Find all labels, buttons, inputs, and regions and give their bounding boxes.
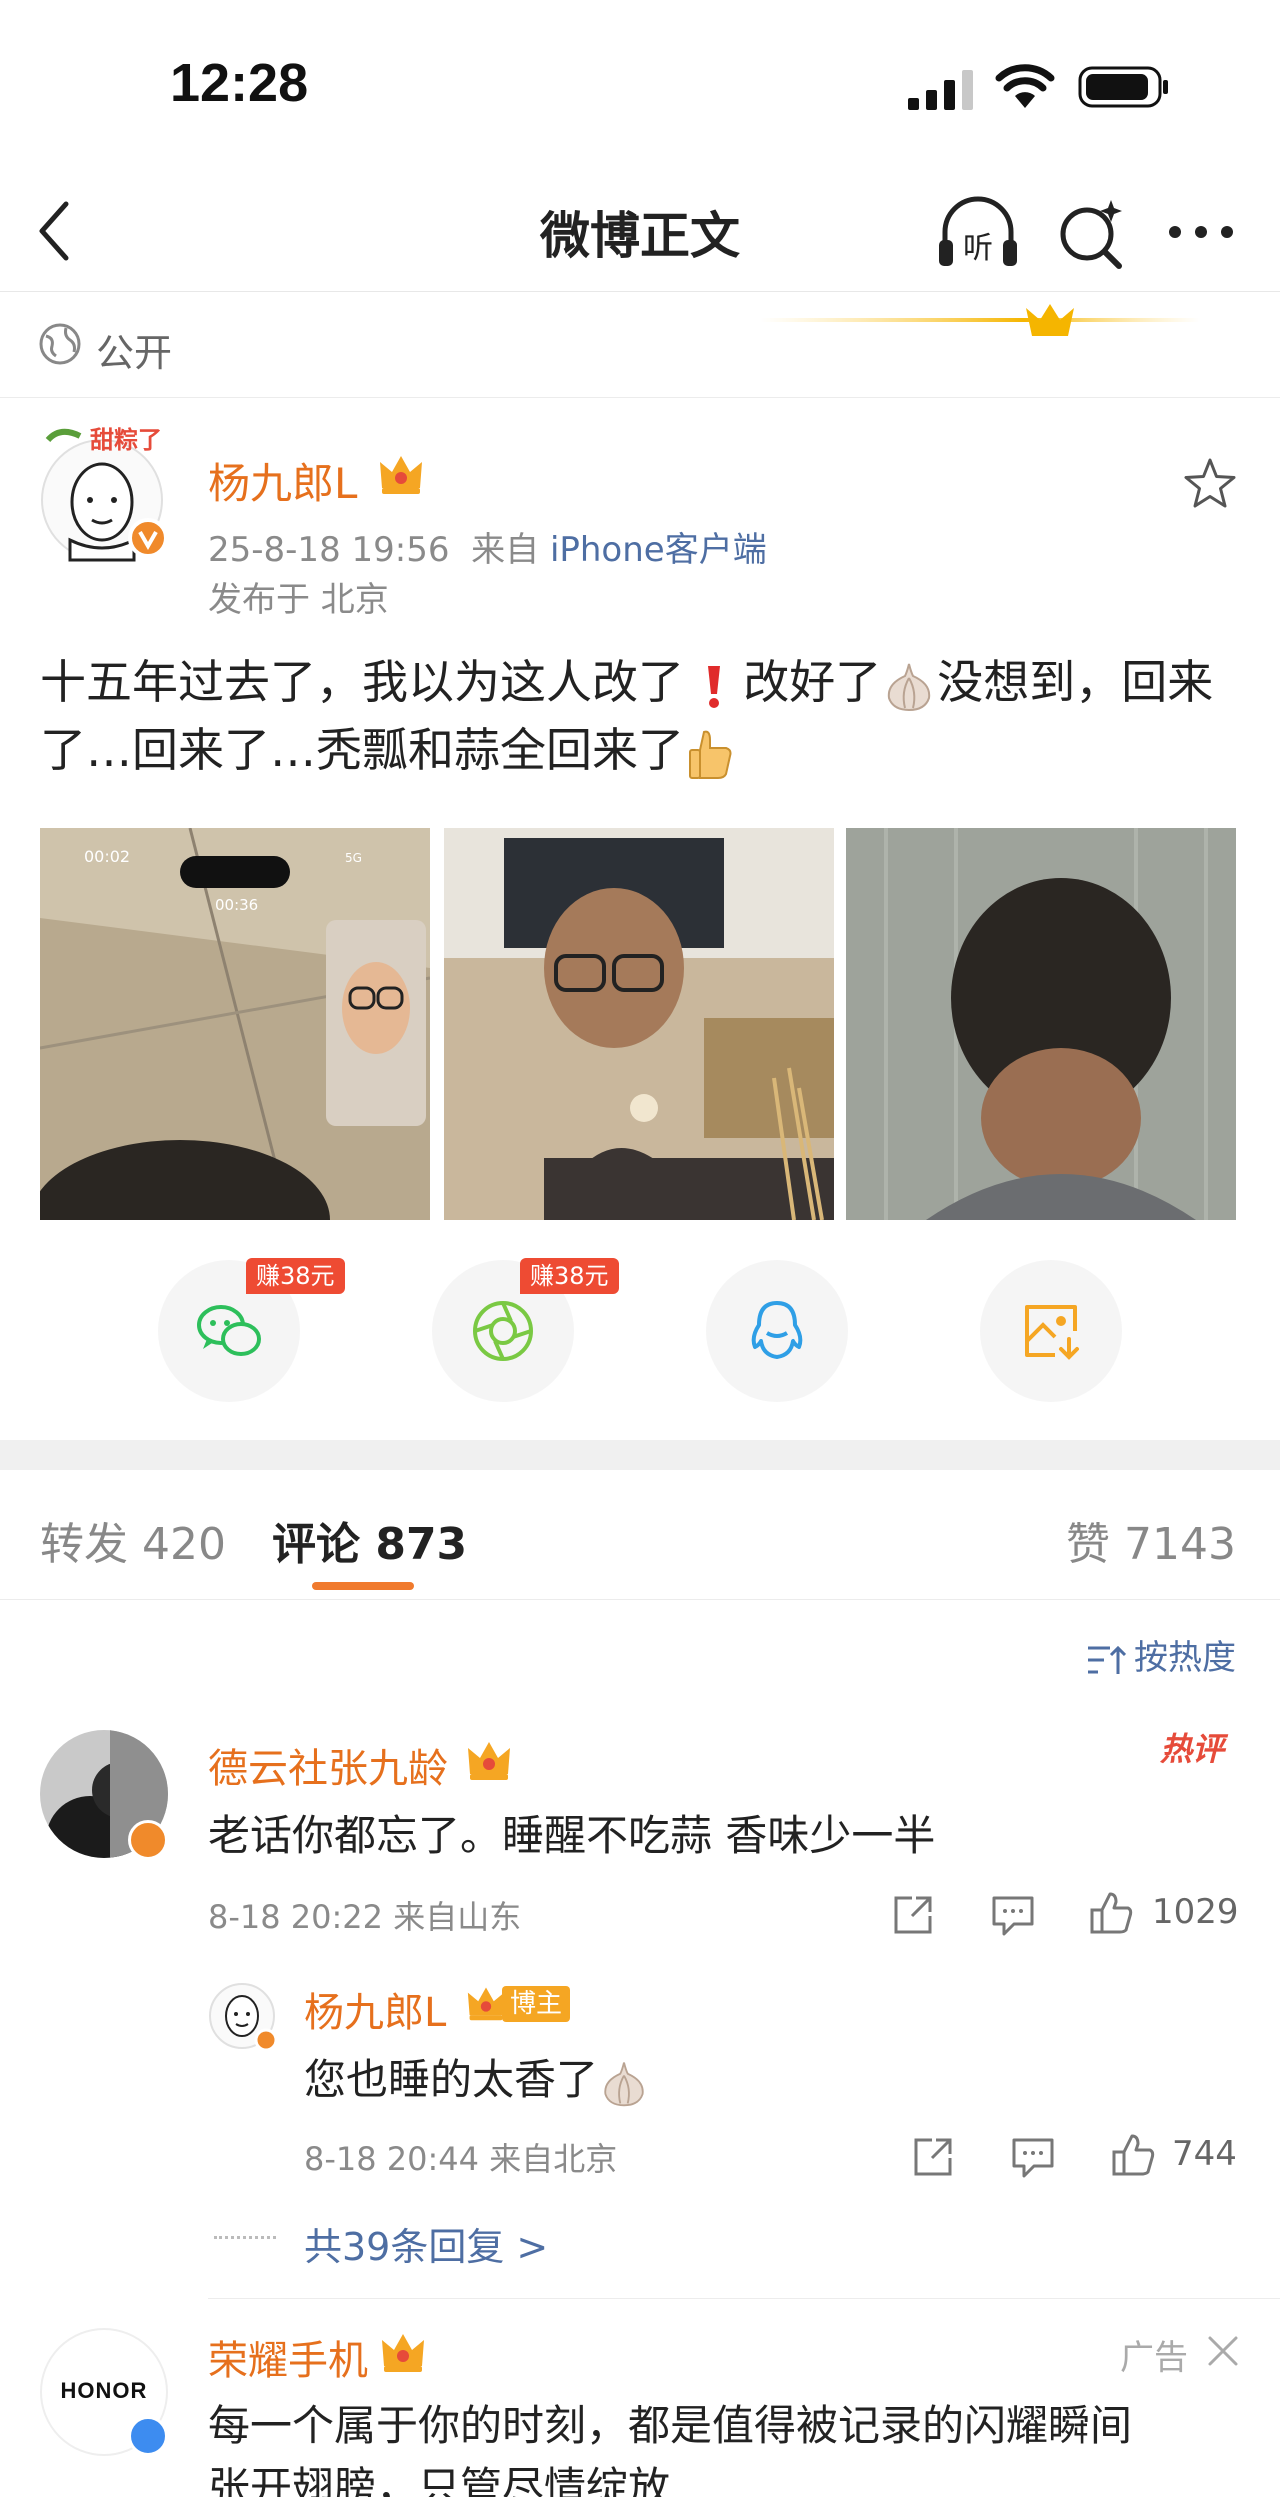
more-options-icon[interactable] xyxy=(1165,210,1237,254)
search-ai-icon[interactable] xyxy=(1055,194,1127,272)
post-location: 发布于 北京 xyxy=(208,580,389,620)
globe-icon xyxy=(39,323,81,365)
listen-label: 听 xyxy=(963,231,993,266)
author-name[interactable]: 杨九郎L xyxy=(208,450,357,511)
photo-1-call-time: 00:36 xyxy=(215,896,258,914)
photo-3-image xyxy=(846,828,1236,1220)
verified-badge-icon xyxy=(128,2416,168,2456)
verified-badge-icon xyxy=(128,1820,168,1860)
divider xyxy=(208,2298,1280,2299)
post-photo-3[interactable] xyxy=(846,828,1236,1220)
visibility-label: 公开 xyxy=(96,331,173,375)
visibility-row: 公开 xyxy=(0,292,1280,398)
post-text-part1: 十五年过去了，我以为这人改了 xyxy=(40,655,684,709)
author-avatar[interactable]: 甜粽了 xyxy=(40,420,168,570)
post-source-prefix: 来自 xyxy=(471,530,540,570)
wechat-icon xyxy=(197,1305,261,1356)
post-source[interactable]: iPhone客户端 xyxy=(550,530,767,570)
reply-author-name[interactable]: 杨九郎L xyxy=(304,1980,446,2038)
ad-label: 广告 xyxy=(1120,2338,1188,2378)
view-more-replies-link[interactable]: 共39条回复 > xyxy=(304,2216,548,2271)
vip-crown-icon xyxy=(468,1742,510,1780)
close-ad-icon[interactable] xyxy=(1206,2334,1240,2368)
earn-badge-wechat: 赚38元 xyxy=(246,1258,345,1294)
exclamation-emoji-icon xyxy=(707,665,720,708)
reply-to-reply-icon[interactable] xyxy=(1010,2134,1056,2180)
ad-text-line-2: 张开翅膀，只管尽情绽放 xyxy=(208,2463,671,2497)
ad-logo: HONOR xyxy=(60,2378,148,2403)
moments-shutter-icon xyxy=(473,1301,533,1361)
post-text-part2: 改好了 xyxy=(743,655,882,709)
reply-text: 您也睡的太香了 xyxy=(304,2046,650,2109)
post-meta: 25-8-18 19:56 来自 iPhone客户端 xyxy=(208,522,767,571)
status-time: 12:28 xyxy=(170,53,309,113)
nav-bar: 微博正文 听 xyxy=(0,170,1280,292)
listen-headphones-icon[interactable]: 听 xyxy=(935,192,1021,272)
vip-crown-icon xyxy=(380,456,422,494)
photo-2-image xyxy=(444,828,834,1220)
crown-decoration-icon xyxy=(760,304,1200,336)
tab-likes-count: 7143 xyxy=(1124,1519,1236,1570)
reply-meta: 8-18 20:44 来自北京 xyxy=(304,2140,618,2178)
sort-label: 按热度 xyxy=(1134,1638,1236,1678)
status-bar: 12:28 xyxy=(0,0,1280,170)
author-tag-badge: 博主 xyxy=(502,1986,571,2022)
favorite-star-icon[interactable] xyxy=(1182,456,1238,512)
tab-comments-label: 评论 xyxy=(272,1519,360,1570)
tab-likes-label: 赞 xyxy=(1066,1519,1111,1570)
comment-meta: 8-18 20:22 来自山东 xyxy=(208,1898,522,1936)
wifi-icon xyxy=(995,64,1055,108)
comment-like-count: 1029 xyxy=(1152,1892,1239,1932)
tab-reposts-label: 转发 xyxy=(40,1519,128,1570)
comment-text: 老话你都忘了。睡醒不吃蒜 香味少一半 xyxy=(208,1811,936,1860)
save-image-button[interactable] xyxy=(980,1260,1122,1402)
reply-comment-icon[interactable] xyxy=(990,1892,1036,1938)
sort-by-hot-button[interactable]: 按热度 xyxy=(1086,1630,1236,1679)
share-comment-icon[interactable] xyxy=(890,1892,936,1938)
svg-text:甜粽了: 甜粽了 xyxy=(90,426,162,454)
vip-crown-icon xyxy=(382,2334,424,2372)
commenter-name[interactable]: 德云社张九龄 xyxy=(208,1736,448,1794)
photo-1-status-time: 00:02 xyxy=(84,847,130,866)
thumbs-up-emoji-icon xyxy=(689,730,732,779)
save-image-icon xyxy=(1025,1305,1079,1360)
post-date: 25-8-18 19:56 xyxy=(208,530,450,570)
post-photo-1[interactable]: 00:02 5G 00:36 xyxy=(40,828,430,1220)
photo-1-network: 5G xyxy=(345,851,362,865)
qq-penguin-icon xyxy=(751,1301,803,1359)
tab-likes[interactable]: 赞 7143 xyxy=(1066,1508,1236,1572)
interaction-tabs: 转发 420 评论 873 赞 7143 xyxy=(0,1470,1280,1600)
post-photo-2[interactable] xyxy=(444,828,834,1220)
sort-icon xyxy=(1088,1645,1126,1674)
garlic-emoji-icon xyxy=(888,663,931,711)
like-reply-icon[interactable] xyxy=(1110,2132,1156,2178)
tab-comments[interactable]: 评论 873 xyxy=(272,1508,467,1572)
tab-reposts[interactable]: 转发 420 xyxy=(40,1508,226,1572)
reply-author-avatar[interactable] xyxy=(208,1980,278,2056)
cellular-signal-icon xyxy=(908,70,973,110)
garlic-emoji-icon xyxy=(604,2061,644,2106)
reply-like-count: 744 xyxy=(1172,2134,1237,2174)
active-tab-indicator xyxy=(312,1582,414,1590)
reply-text-content: 您也睡的太香了 xyxy=(304,2055,599,2104)
hot-comment-badge: 热评 xyxy=(1160,1730,1225,1768)
post-body: 十五年过去了，我以为这人改了 改好了 没想到，回来了…回来了…秃瓢和蒜全回来了 xyxy=(40,648,1250,784)
earn-badge-moments: 赚38元 xyxy=(520,1258,619,1294)
battery-icon xyxy=(1078,66,1168,108)
share-reply-icon[interactable] xyxy=(910,2134,956,2180)
ad-account-name[interactable]: 荣耀手机 xyxy=(208,2328,368,2386)
like-comment-icon[interactable] xyxy=(1088,1890,1134,1936)
section-divider xyxy=(0,1440,1280,1470)
share-qq-button[interactable] xyxy=(706,1260,848,1402)
vip-crown-icon xyxy=(467,1987,505,2021)
replies-dotted-line xyxy=(214,2236,276,2240)
tab-reposts-count: 420 xyxy=(142,1519,226,1570)
tab-comments-count: 873 xyxy=(375,1519,468,1570)
photo-1-image: 00:02 5G 00:36 xyxy=(40,828,430,1220)
ad-text-line-1: 每一个属于你的时刻，都是值得被记录的闪耀瞬间 xyxy=(208,2401,1133,2450)
